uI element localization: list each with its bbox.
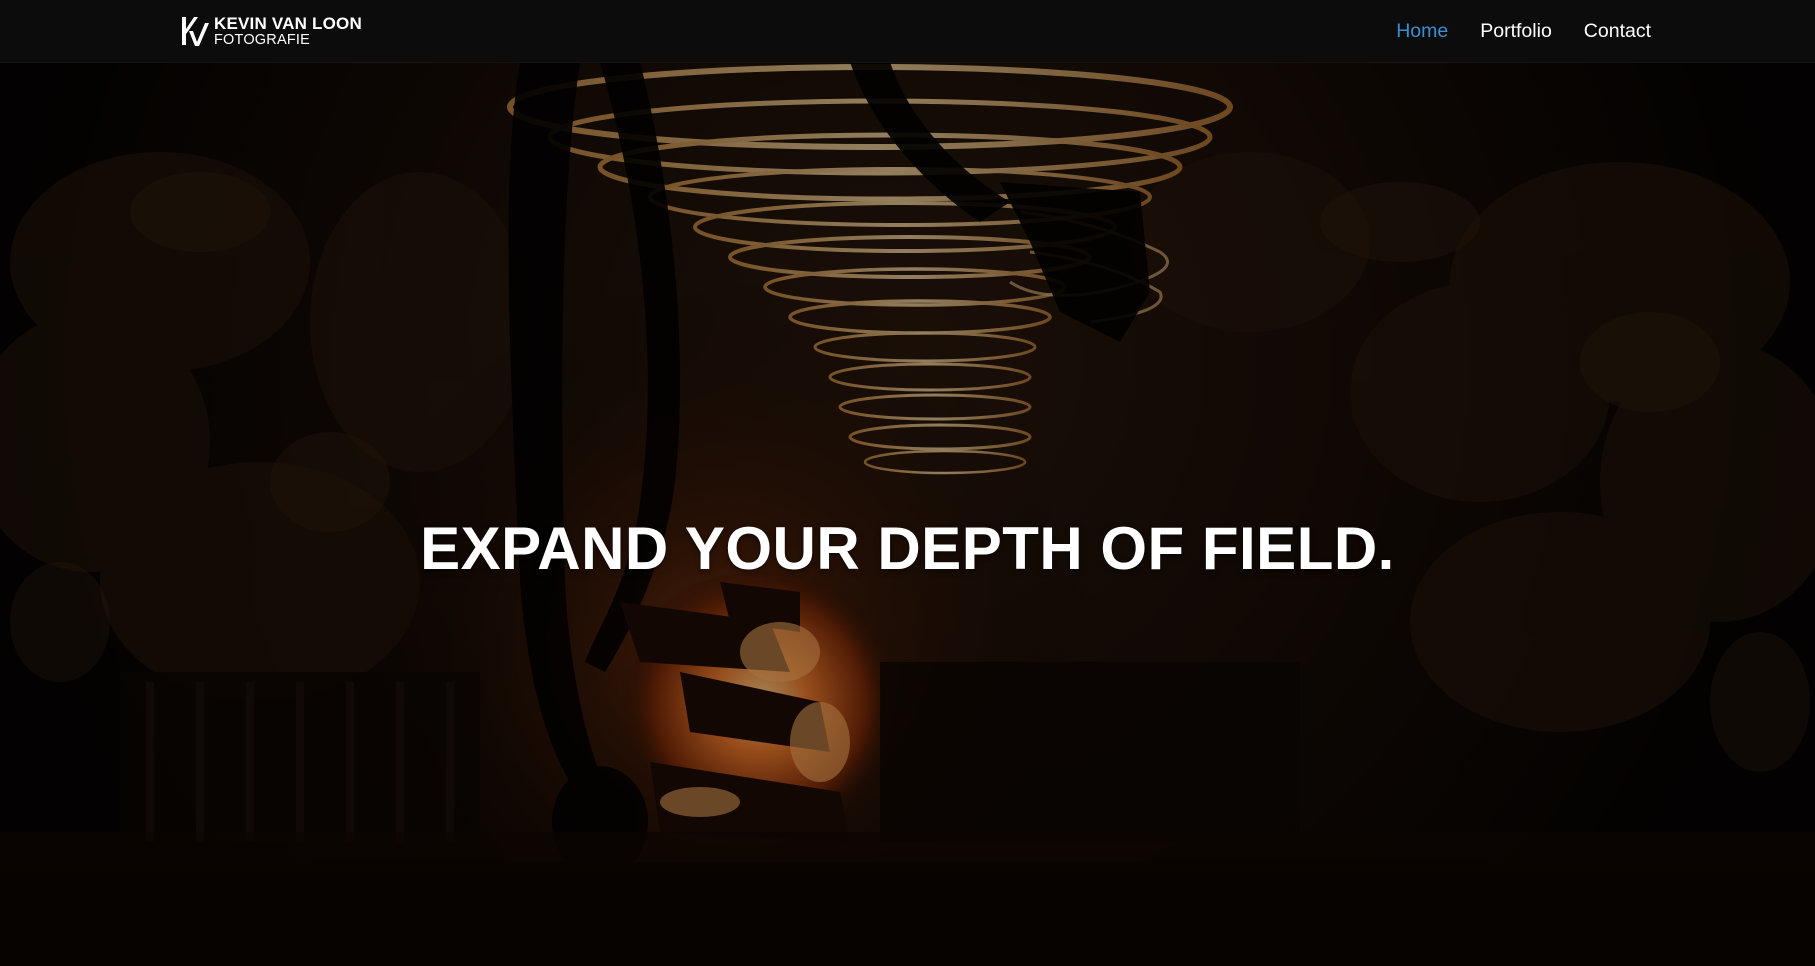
logo-name: KEVIN VAN LOON: [214, 13, 362, 33]
nav-contact-link[interactable]: Contact: [1584, 20, 1651, 43]
nav-portfolio-link[interactable]: Portfolio: [1480, 20, 1552, 43]
site-header: KEVIN VAN LOON FOTOGRAFIE Home Portfolio…: [0, 0, 1815, 63]
kv-monogram-logo-icon: [182, 17, 209, 46]
main-nav: Home Portfolio Contact: [1396, 0, 1651, 62]
nav-home-link[interactable]: Home: [1396, 20, 1448, 43]
site-logo[interactable]: KEVIN VAN LOON FOTOGRAFIE: [180, 14, 380, 48]
logo-wordmark: KEVIN VAN LOON FOTOGRAFIE: [214, 15, 362, 48]
hero-title: EXPAND YOUR DEPTH OF FIELD.: [420, 515, 1395, 582]
hero-section: EXPAND YOUR DEPTH OF FIELD.: [0, 62, 1815, 966]
logo-subtitle: FOTOGRAFIE: [214, 31, 310, 48]
